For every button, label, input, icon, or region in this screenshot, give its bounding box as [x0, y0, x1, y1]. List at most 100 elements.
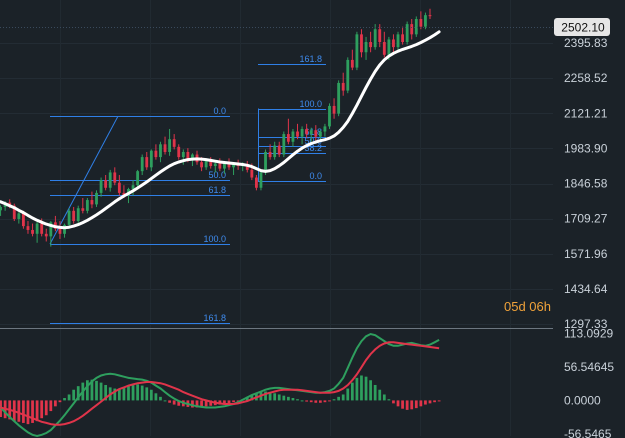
price-tick-label: 1434.64 — [564, 282, 608, 296]
candle-body — [387, 39, 391, 55]
candle[interactable] — [396, 31, 400, 50]
candle-body — [108, 172, 112, 188]
candle-body — [419, 18, 423, 27]
macd-histogram-bar — [341, 394, 345, 401]
macd-histogram-bar — [35, 400, 39, 422]
candle-body — [350, 59, 354, 68]
candle-body — [296, 131, 299, 137]
last-price-label: 2502.10 — [561, 21, 605, 35]
candle-body — [136, 171, 140, 186]
macd-histogram-bar — [337, 396, 341, 401]
trading-chart[interactable]: 0.050.061.8100.0161.8161.8100.061.850.03… — [0, 0, 625, 438]
candle-body — [90, 200, 94, 205]
macd-histogram-bar — [323, 400, 327, 403]
macd-histogram-bar — [309, 400, 313, 403]
macd-histogram-bar — [428, 400, 432, 404]
macd-histogram-bar — [369, 380, 372, 401]
candle-body — [424, 15, 427, 27]
candle-body — [428, 15, 432, 17]
macd-histogram-bar — [140, 385, 144, 401]
macd-histogram-bar — [373, 384, 377, 401]
candle-body — [104, 180, 108, 188]
candle-body — [286, 134, 290, 142]
macd-histogram-bar — [332, 399, 336, 401]
candle-body — [181, 151, 185, 158]
candle[interactable] — [282, 131, 286, 158]
candle-body — [405, 24, 409, 43]
macd-histogram-bar — [282, 395, 286, 401]
macd-histogram-bar — [159, 396, 162, 401]
macd-histogram-bar — [378, 389, 382, 401]
candle-body — [58, 228, 62, 234]
candle-body — [323, 126, 327, 132]
candle-body — [254, 177, 258, 188]
macd-histogram-bar — [26, 400, 30, 425]
fib-level-label: 61.8 — [208, 185, 226, 195]
candle[interactable] — [76, 205, 80, 224]
candle-body — [172, 139, 176, 147]
macd-histogram-bar — [54, 400, 57, 407]
candle-body — [273, 145, 277, 158]
candle-body — [17, 213, 21, 219]
candle-body — [337, 82, 341, 114]
macd-histogram-bar — [355, 377, 359, 401]
macd-histogram-bar — [227, 400, 231, 404]
candle-body — [168, 139, 172, 152]
candle-body — [40, 223, 44, 234]
candle[interactable] — [136, 169, 140, 188]
macd-histogram-bar — [168, 400, 171, 403]
candle[interactable] — [355, 31, 359, 71]
macd-histogram-bar — [99, 382, 103, 401]
candle-body — [346, 59, 350, 91]
macd-histogram-bar — [433, 400, 436, 403]
candle[interactable] — [414, 16, 418, 37]
candle-body — [259, 172, 263, 188]
macd-histogram-bar — [328, 400, 331, 402]
candle-body — [364, 42, 368, 53]
macd-histogram-bar — [419, 400, 423, 407]
macd-histogram-bar — [437, 400, 441, 402]
candle-body — [213, 163, 217, 167]
fib-level-label: 161.8 — [203, 313, 226, 323]
macd-histogram-bar — [40, 400, 44, 419]
candle-body — [355, 34, 359, 68]
candle-body — [99, 180, 103, 193]
candle[interactable] — [405, 21, 409, 45]
candle-body — [145, 157, 149, 168]
candle-body — [26, 226, 30, 230]
candle-body — [250, 169, 254, 178]
macd-histogram-bar — [291, 398, 295, 401]
candle-body — [300, 128, 304, 137]
candle-body — [72, 210, 76, 222]
macd-histogram-bar — [277, 394, 281, 401]
fib-level-label: 100.0 — [203, 234, 226, 244]
candle-body — [268, 151, 272, 158]
candle-body — [360, 34, 363, 53]
macd-histogram-bar — [172, 400, 176, 405]
candle-body — [117, 182, 121, 193]
fib-level-label: 100.0 — [299, 99, 322, 109]
macd-histogram-bar — [22, 400, 25, 423]
macd-histogram-bar — [387, 399, 391, 401]
candle[interactable] — [259, 169, 263, 191]
candle-body — [0, 206, 2, 211]
price-tick-label: 2395.83 — [564, 36, 608, 50]
candle-body — [414, 18, 418, 35]
candle[interactable] — [337, 80, 341, 117]
macd-histogram-bar — [410, 400, 414, 410]
last-price-marker: 2502.10 — [554, 18, 610, 36]
macd-histogram-bar — [414, 400, 418, 409]
candle-body — [282, 134, 286, 155]
fib-level-label: 0.0 — [213, 106, 226, 116]
price-axis[interactable]: 2395.83 2258.52 2121.21 1983.90 1846.58 1709.… — [564, 36, 608, 331]
indicator-tick-label: 113.0929 — [564, 326, 613, 340]
candle[interactable] — [346, 57, 350, 94]
macd-histogram-bar — [136, 384, 139, 401]
candle-body — [291, 131, 295, 142]
candle-body — [44, 233, 48, 237]
macd-histogram-bar — [405, 400, 409, 410]
price-tick-label: 1846.58 — [564, 177, 608, 191]
macd-histogram-bar — [127, 386, 130, 401]
candle[interactable] — [328, 103, 331, 129]
macd-histogram-bar — [58, 400, 62, 403]
